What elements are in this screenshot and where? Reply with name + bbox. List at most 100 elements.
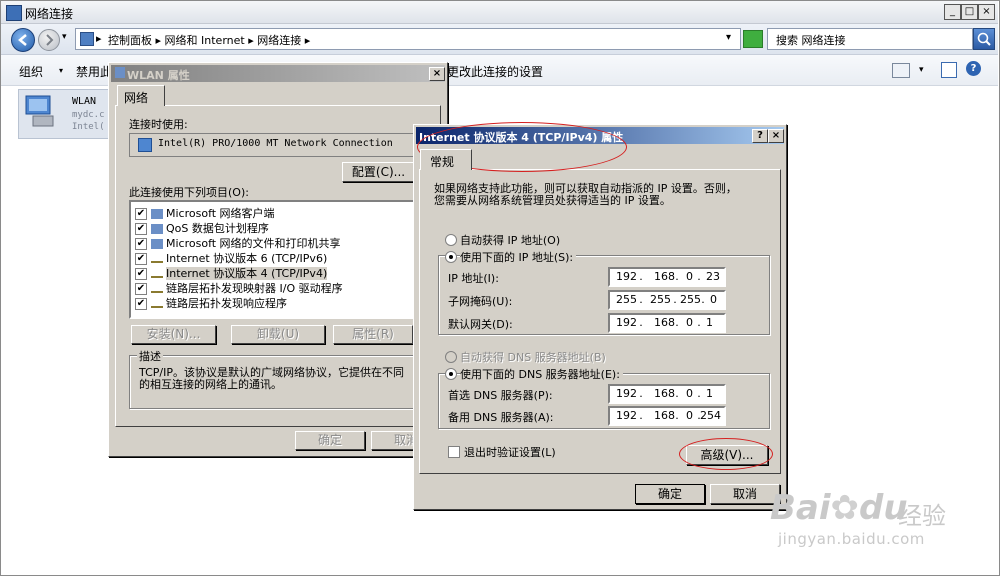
organize-menu[interactable]: 组织	[19, 63, 43, 80]
breadcrumb-item[interactable]: 网络和 Internet	[165, 34, 245, 47]
list-item-label: 链路层拓扑发现映射器 I/O 驱动程序	[166, 282, 343, 295]
watermark-cn: 经验	[898, 502, 946, 530]
minimize-button[interactable]: _	[944, 4, 961, 20]
protocol-icon	[151, 270, 163, 278]
tab-general-label: 常规	[430, 155, 455, 169]
refresh-icon[interactable]	[743, 30, 763, 48]
breadcrumb-item[interactable]: 网络连接	[257, 34, 301, 47]
ip-dot: .	[639, 387, 643, 400]
client-icon	[151, 209, 163, 219]
list-item[interactable]: ✔ Internet 协议版本 6 (TCP/IPv6)	[135, 250, 327, 265]
change-settings-button[interactable]: 更改此连接的设置	[447, 63, 543, 80]
ipv4-dialog-close-button[interactable]: ×	[768, 129, 784, 143]
checkbox[interactable]: ✔	[135, 253, 147, 265]
manual-ip-label[interactable]: 使用下面的 IP 地址(S):	[460, 249, 577, 265]
connection-name: WLAN	[72, 96, 97, 107]
description-text: 的相互连接的网络上的通讯。	[139, 378, 282, 391]
disable-device-button[interactable]: 禁用此	[76, 63, 112, 80]
list-item-selected[interactable]: ✔ Internet 协议版本 4 (TCP/IPv4)	[135, 265, 328, 280]
tab-network-label: 网络	[124, 91, 149, 105]
search-input[interactable]: 搜索 网络连接	[767, 28, 973, 50]
list-item[interactable]: ✔ Microsoft 网络的文件和打印机共享	[135, 235, 341, 250]
window-titlebar: 网络连接 _ □ ×	[1, 1, 998, 24]
connect-using-label: 连接时使用:	[129, 118, 188, 131]
list-item[interactable]: ✔ 链路层拓扑发现响应程序	[135, 295, 287, 310]
address-dropdown-icon[interactable]: ▾	[726, 32, 731, 43]
ip-octet: 168	[654, 387, 675, 400]
intro-text: 您需要从网络系统管理员处获得适当的 IP 设置。	[434, 194, 671, 207]
tab-general[interactable]: 常规	[420, 149, 472, 170]
ipv4-ok-button[interactable]: 确定	[635, 484, 705, 504]
ip-dot: .	[639, 316, 643, 329]
wlan-ok-button[interactable]: 确定	[295, 431, 365, 450]
address-field[interactable]: ▸ 控制面板 ▸ 网络和 Internet ▸ 网络连接 ▸ ▾	[75, 28, 741, 50]
subnet-mask-label: 子网掩码(U):	[448, 295, 513, 308]
ip-dot: .	[675, 316, 679, 329]
watermark-brand: Bai	[770, 488, 831, 528]
preview-pane-icon[interactable]	[941, 62, 957, 78]
validate-label[interactable]: 退出时验证设置(L)	[464, 444, 556, 460]
view-dropdown-icon[interactable]: ▾	[919, 65, 924, 75]
components-list[interactable]: ✔ Microsoft 网络客户端 ✔ QoS 数据包计划程序 ✔ Microsoft…	[129, 200, 415, 319]
list-item-label: Internet 协议版本 4 (TCP/IPv4)	[166, 267, 328, 280]
ip-octet: 192	[616, 387, 637, 400]
subnet-mask-field[interactable]: 255. 255. 255. 0	[608, 290, 726, 310]
organize-dropdown-icon: ▾	[59, 66, 64, 75]
forward-button[interactable]	[38, 29, 60, 51]
auto-ip-label[interactable]: 自动获得 IP 地址(O)	[460, 232, 560, 248]
checkbox[interactable]: ✔	[135, 268, 147, 280]
auto-ip-radio[interactable]	[445, 234, 457, 246]
help-button[interactable]: ?	[752, 129, 768, 143]
ip-octet: 0	[686, 316, 693, 329]
breadcrumb-separator-icon: ▸	[155, 34, 165, 47]
checkbox[interactable]: ✔	[135, 223, 147, 235]
close-button[interactable]: ×	[978, 4, 995, 20]
tab-network[interactable]: 网络	[117, 85, 165, 106]
help-icon[interactable]: ?	[966, 61, 981, 76]
auto-dns-radio[interactable]	[445, 351, 457, 363]
breadcrumb-separator-icon: ▸	[248, 34, 258, 47]
ip-octet: 168	[654, 270, 675, 283]
wlan-dialog-close-button[interactable]: ×	[429, 67, 445, 81]
ip-dot: .	[675, 387, 679, 400]
history-dropdown-icon[interactable]: ▾	[62, 32, 67, 42]
list-item[interactable]: ✔ Microsoft 网络客户端	[135, 205, 275, 220]
ip-octet: 0	[686, 270, 693, 283]
search-button[interactable]	[973, 28, 995, 50]
validate-checkbox[interactable]	[448, 446, 460, 458]
ip-dot: .	[701, 293, 705, 306]
back-button[interactable]	[11, 28, 35, 52]
view-icon[interactable]	[892, 63, 910, 78]
list-item[interactable]: ✔ 链路层拓扑发现映射器 I/O 驱动程序	[135, 280, 343, 295]
checkbox[interactable]: ✔	[135, 298, 147, 310]
list-item-label: 链路层拓扑发现响应程序	[166, 297, 287, 310]
items-label: 此连接使用下列项目(O):	[129, 186, 249, 199]
list-item-label: Microsoft 网络的文件和打印机共享	[166, 237, 341, 250]
breadcrumb-item[interactable]: 控制面板	[108, 34, 152, 47]
uninstall-button[interactable]: 卸载(U)	[231, 325, 325, 344]
list-item-label: Internet 协议版本 6 (TCP/IPv6)	[166, 252, 328, 265]
checkbox[interactable]: ✔	[135, 238, 147, 250]
service-icon	[151, 239, 163, 249]
network-icon	[115, 67, 125, 78]
configure-button[interactable]: 配置(C)...	[342, 162, 415, 182]
maximize-button[interactable]: □	[961, 4, 978, 20]
ip-address-field[interactable]: 192. 168. 0. 23	[608, 267, 726, 287]
checkbox[interactable]: ✔	[135, 283, 147, 295]
list-item-label: QoS 数据包计划程序	[166, 222, 269, 235]
alternate-dns-field[interactable]: 192. 168. 0. 254	[608, 406, 726, 426]
manual-ip-radio[interactable]	[445, 251, 457, 263]
auto-dns-label[interactable]: 自动获得 DNS 服务器地址(B)	[460, 349, 606, 365]
connection-item-wlan[interactable]: WLAN mydc.c Intel(	[18, 89, 112, 139]
gateway-field[interactable]: 192. 168. 0. 1	[608, 313, 726, 333]
list-item-label: Microsoft 网络客户端	[166, 207, 275, 220]
install-button[interactable]: 安装(N)...	[131, 325, 216, 344]
connection-adapter: Intel(	[72, 122, 105, 132]
manual-dns-radio[interactable]	[445, 368, 457, 380]
ip-dot: .	[675, 270, 679, 283]
checkbox[interactable]: ✔	[135, 208, 147, 220]
list-item[interactable]: ✔ QoS 数据包计划程序	[135, 220, 269, 235]
manual-dns-label[interactable]: 使用下面的 DNS 服务器地址(E):	[460, 366, 623, 382]
properties-button[interactable]: 属性(R)	[333, 325, 413, 344]
preferred-dns-field[interactable]: 192. 168. 0. 1	[608, 384, 726, 404]
